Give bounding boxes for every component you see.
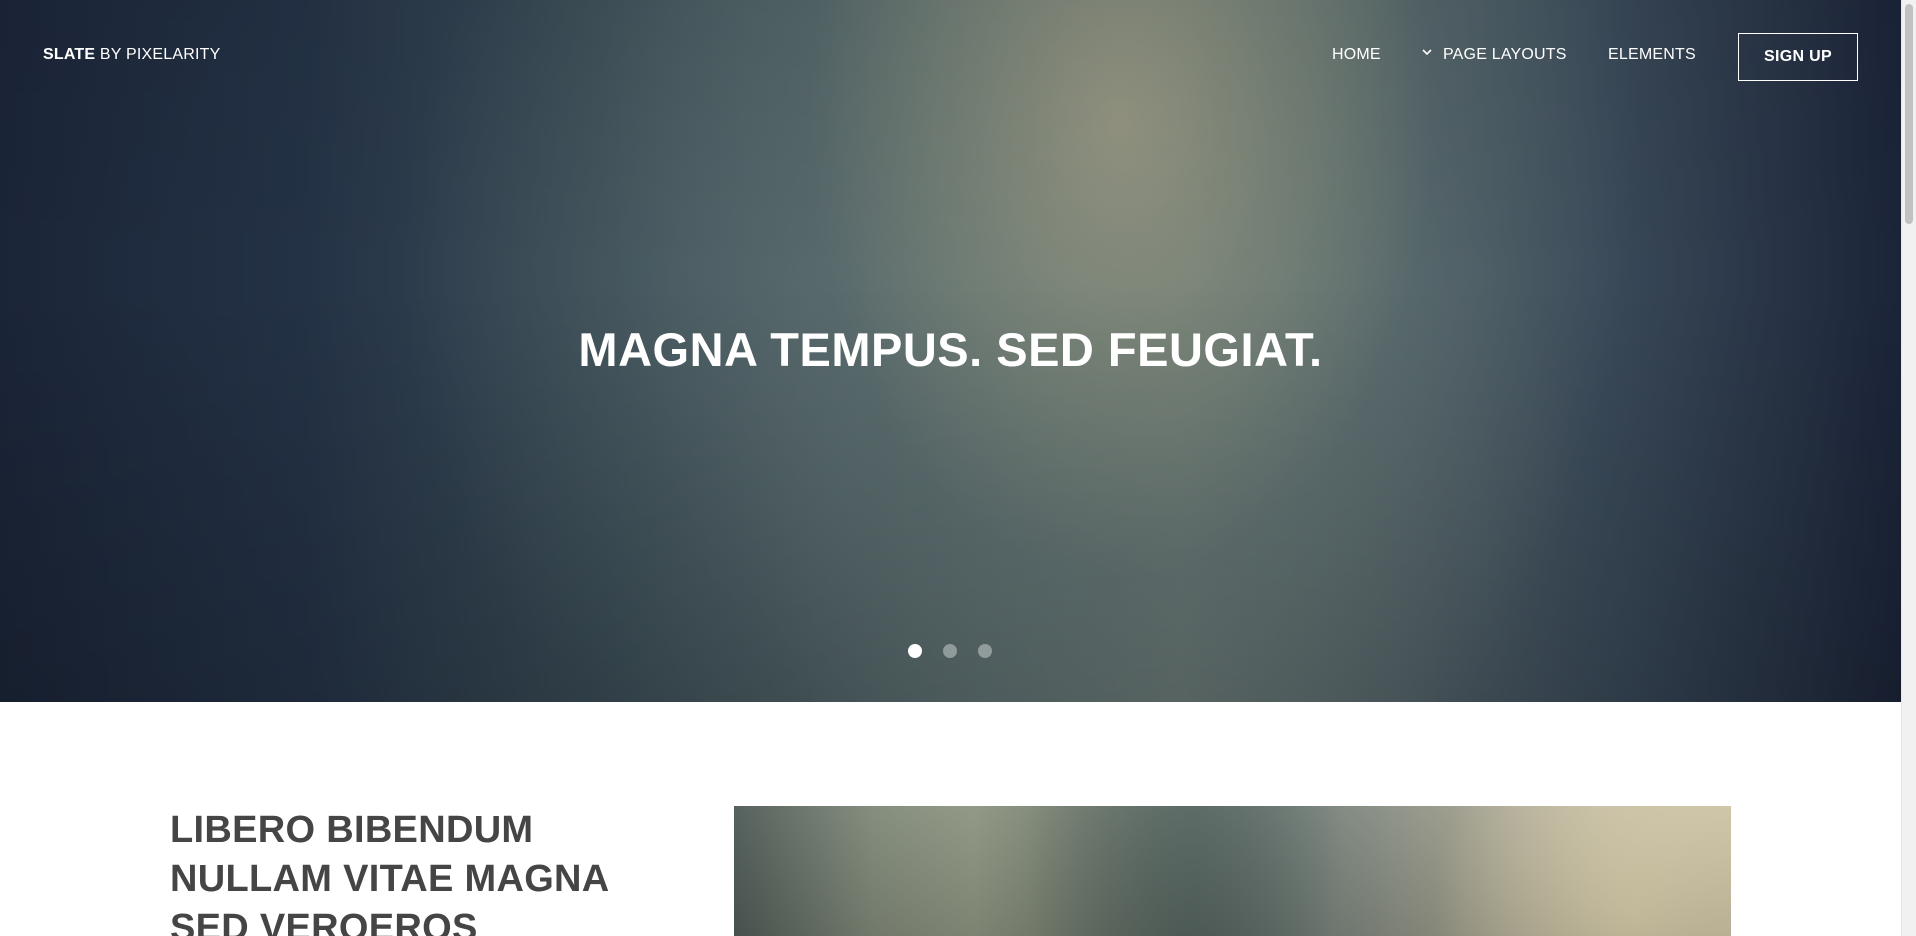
section-title: LIBERO BIBENDUM NULLAM VITAE MAGNA SED V… [170,809,609,936]
slider-dots [908,644,992,658]
nav-elements-link[interactable]: ELEMENTS [1608,46,1696,64]
sign-up-button[interactable]: SIGN UP [1738,33,1858,81]
slide-dot-3[interactable] [978,644,992,658]
nav-page-layouts-link[interactable]: PAGE LAYOUTS [1421,46,1567,64]
page: SLATE BY PIXELARITY HOME PAGE LAYOUTS EL… [0,0,1901,936]
nav-page-layouts-label: PAGE LAYOUTS [1443,46,1567,63]
hero-title: MAGNA TEMPUS. SED FEUGIAT. [578,323,1323,376]
content-section: LIBERO BIBENDUM NULLAM VITAE MAGNA SED V… [0,702,1901,936]
slide-dot-1[interactable] [908,644,922,658]
nav-home-link[interactable]: HOME [1332,46,1381,64]
feature-image [734,806,1731,936]
main-nav: HOME PAGE LAYOUTS ELEMENTS SIGN UP [0,0,1901,110]
slide-dot-2[interactable] [943,644,957,658]
page-scrollbar[interactable] [1901,0,1916,936]
chevron-down-icon [1422,49,1432,56]
hero-banner: SLATE BY PIXELARITY HOME PAGE LAYOUTS EL… [0,0,1901,702]
feature-image-overlay [734,806,1731,936]
scrollbar-thumb[interactable] [1905,4,1913,224]
